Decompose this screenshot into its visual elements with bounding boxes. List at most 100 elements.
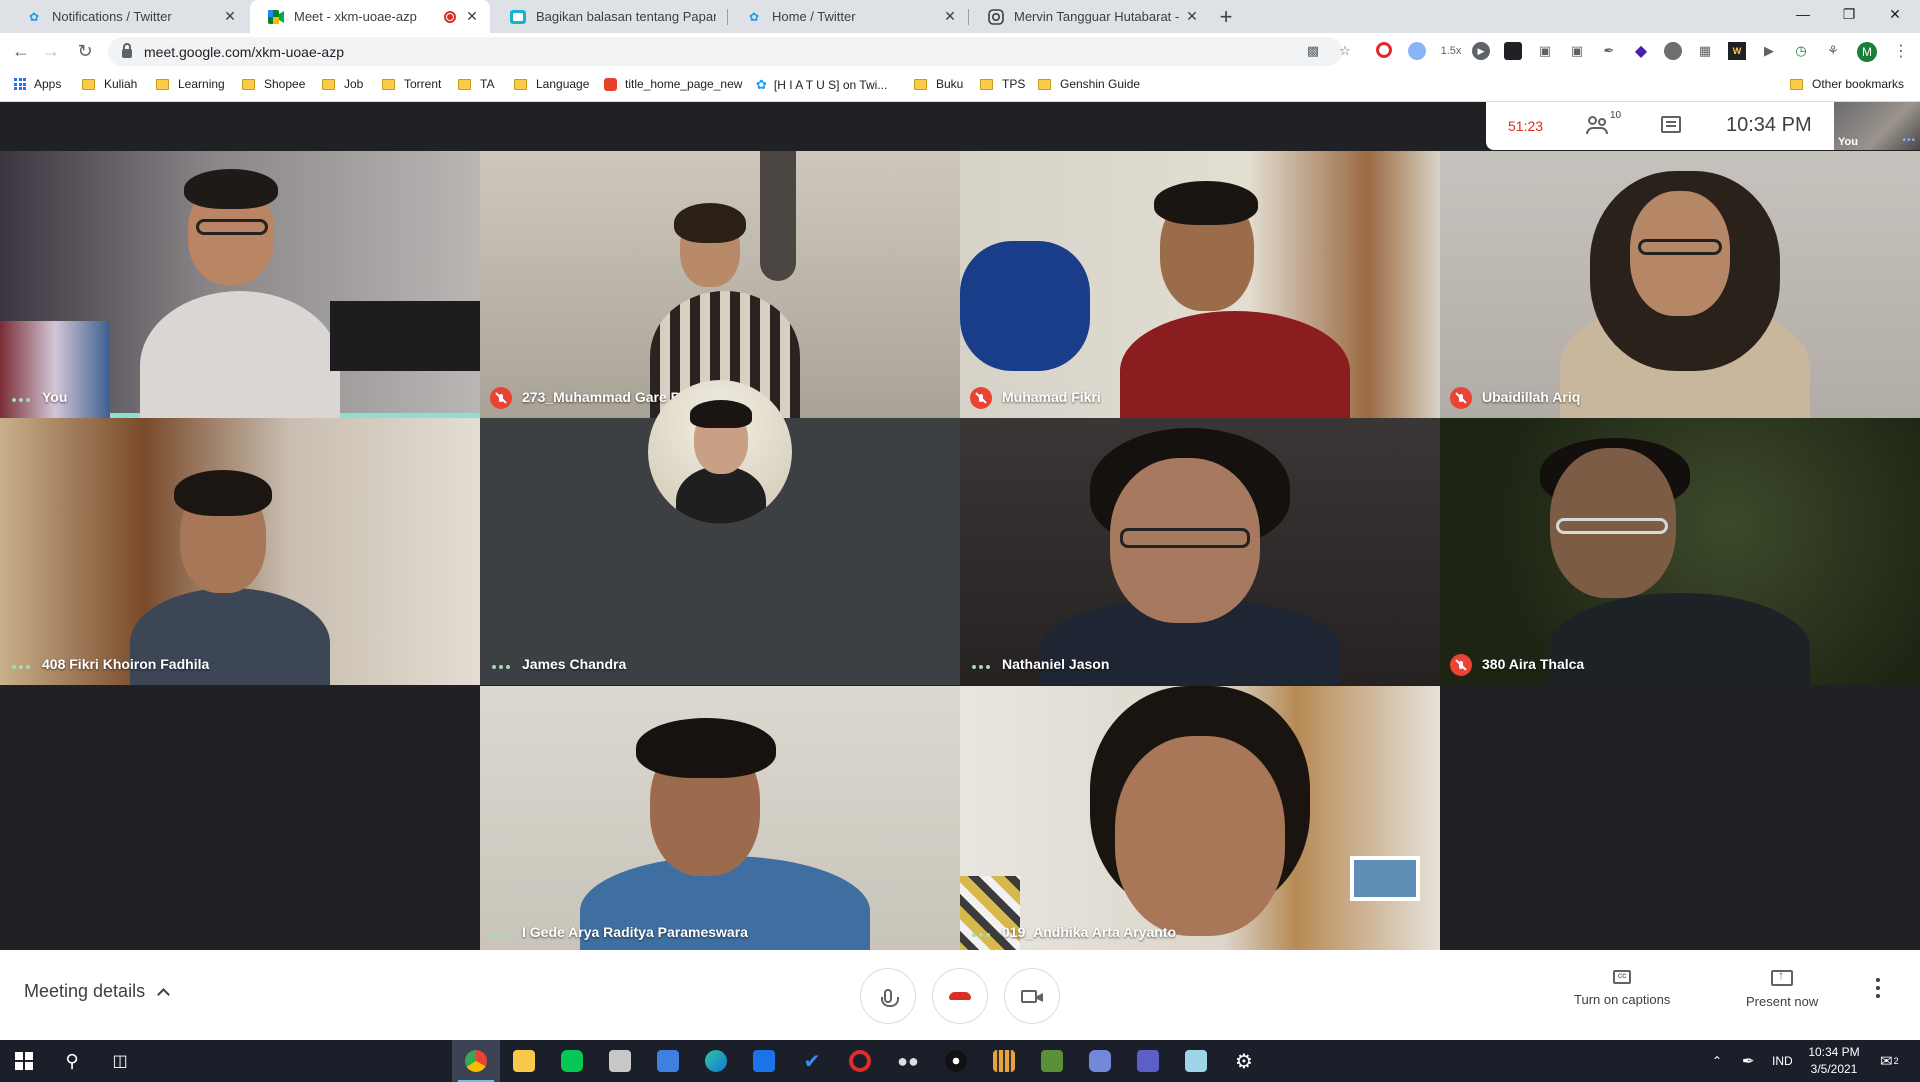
- bookmark-other-bookmarks[interactable]: Other bookmarks: [1790, 77, 1904, 91]
- screenshot-extension-icon[interactable]: ▣: [1536, 42, 1554, 60]
- leave-call-button[interactable]: [932, 968, 988, 1024]
- self-view-thumbnail[interactable]: You •••: [1834, 102, 1920, 150]
- turn-on-captions-button[interactable]: CC Turn on captions: [1574, 970, 1670, 1007]
- taskbar-settings[interactable]: ⚙: [1220, 1040, 1268, 1082]
- taskbar-clock[interactable]: 10:34 PM 3/5/2021: [1804, 1044, 1864, 1078]
- tray-chevron-up-icon[interactable]: ⌃: [1712, 1040, 1722, 1082]
- bookmark-folder-learning[interactable]: Learning: [156, 77, 225, 91]
- taskbar-davinci[interactable]: [932, 1040, 980, 1082]
- browser-menu-icon[interactable]: ⋮: [1892, 42, 1910, 60]
- back-arrow-icon[interactable]: ←: [10, 41, 32, 62]
- taskbar-teams[interactable]: [1124, 1040, 1172, 1082]
- extension-icon[interactable]: [1664, 42, 1682, 60]
- meeting-clock: 10:34 PM: [1726, 114, 1812, 136]
- notifications-icon[interactable]: ✉ 2: [1880, 1040, 1899, 1082]
- address-bar[interactable]: meet.google.com/xkm-uoae-azp: [108, 37, 1342, 66]
- browser-tab-instagram[interactable]: Mervin Tangguar Hutabarat - Inst ✕: [970, 0, 1210, 33]
- input-language[interactable]: IND: [1772, 1040, 1793, 1082]
- participant-tile-aira-thalca[interactable]: 380 Aira Thalca: [1440, 418, 1920, 685]
- start-button[interactable]: [0, 1040, 48, 1082]
- participant-tile-muhammad-gare-baldhie[interactable]: 273_Muhammad Gare Baldhie: [480, 151, 960, 418]
- new-tab-button[interactable]: +: [1213, 4, 1239, 30]
- play-extension-icon[interactable]: ▶: [1472, 42, 1490, 60]
- forward-arrow-icon[interactable]: →: [40, 41, 62, 62]
- closed-captions-icon: CC: [1613, 970, 1632, 984]
- diamond-extension-icon[interactable]: ◆: [1632, 42, 1650, 60]
- taskbar-mail[interactable]: [740, 1040, 788, 1082]
- minimize-window-button[interactable]: —: [1780, 0, 1826, 30]
- extensions-puzzle-icon[interactable]: ⚘: [1824, 42, 1842, 60]
- bookmark-folder-torrent[interactable]: Torrent: [382, 77, 441, 91]
- taskbar-app[interactable]: [1172, 1040, 1220, 1082]
- more-options-dots-icon[interactable]: •••: [1902, 135, 1916, 146]
- jamboard-icon: [510, 9, 526, 25]
- taskbar-todo[interactable]: ✔: [788, 1040, 836, 1082]
- present-now-button[interactable]: Present now: [1746, 968, 1818, 1009]
- bookmark-title-home-page-new[interactable]: title_home_page_new: [604, 77, 742, 91]
- grid-extension-icon[interactable]: ▦: [1696, 42, 1714, 60]
- bookmark-folder-buku[interactable]: Buku: [914, 77, 963, 91]
- participant-tile-muhamad-fikri[interactable]: Muhamad Fikri: [960, 151, 1440, 418]
- taskbar-chrome[interactable]: [452, 1040, 500, 1082]
- bookmark-folder-shopee[interactable]: Shopee: [242, 77, 305, 91]
- extension-icon[interactable]: [1408, 42, 1426, 60]
- participant-tile-ubaidillah-ariq[interactable]: Ubaidillah Ariq: [1440, 151, 1920, 418]
- extension-icon[interactable]: ▶: [1760, 42, 1778, 60]
- participant-tile-andhika-arta-aryanto[interactable]: 019_Andhika Arta Aryanto: [960, 686, 1440, 953]
- taskbar-discord[interactable]: [1076, 1040, 1124, 1082]
- camera-in-use-icon[interactable]: ▩: [1304, 42, 1322, 60]
- bookmark-folder-language[interactable]: Language: [514, 77, 589, 91]
- extension-icon[interactable]: [1504, 42, 1522, 60]
- close-tab-icon[interactable]: ✕: [1184, 8, 1200, 25]
- bookmark-hiatus-twitter[interactable]: ✿ [H I A T U S] on Twi...: [756, 77, 887, 93]
- timer-extension-icon[interactable]: ◷: [1792, 42, 1810, 60]
- bookmark-folder-kuliah[interactable]: Kuliah: [82, 77, 137, 91]
- imdb-extension-icon[interactable]: W: [1728, 42, 1746, 60]
- recording-indicator-icon: [444, 10, 456, 23]
- close-window-button[interactable]: ✕: [1872, 0, 1918, 30]
- taskbar-library[interactable]: [980, 1040, 1028, 1082]
- browser-tab-notifications-twitter[interactable]: ✿ Notifications / Twitter ✕: [8, 0, 248, 33]
- camera-extension-icon[interactable]: ▣: [1568, 42, 1586, 60]
- task-view-icon[interactable]: ◫: [96, 1040, 144, 1082]
- close-tab-icon[interactable]: ✕: [222, 8, 238, 25]
- taskbar-line[interactable]: [548, 1040, 596, 1082]
- bookmark-folder-tps[interactable]: TPS: [980, 77, 1025, 91]
- browser-tab-jamboard[interactable]: Bagikan balasan tentang Papan S: [492, 0, 726, 33]
- twitter-bird-icon: ✿: [28, 9, 40, 24]
- taskbar-store[interactable]: [596, 1040, 644, 1082]
- pen-tray-icon[interactable]: ✒: [1742, 1040, 1755, 1082]
- close-tab-icon[interactable]: ✕: [464, 8, 480, 25]
- bookmark-star-icon[interactable]: ☆: [1336, 42, 1354, 60]
- profile-avatar[interactable]: M: [1857, 42, 1877, 62]
- participant-tile-you[interactable]: You: [0, 151, 480, 418]
- meeting-details-button[interactable]: Meeting details: [24, 981, 170, 1002]
- opera-extension-icon[interactable]: [1376, 42, 1392, 58]
- participant-tile-fikri-khoiron-fadhila[interactable]: 408 Fikri Khoiron Fadhila: [0, 418, 480, 685]
- taskbar-opera[interactable]: [836, 1040, 884, 1082]
- close-tab-icon[interactable]: ✕: [942, 8, 958, 25]
- more-options-icon[interactable]: [1876, 978, 1880, 998]
- microphone-toggle-button[interactable]: [860, 968, 916, 1024]
- reload-icon[interactable]: ↻: [74, 41, 96, 62]
- bookmark-folder-job[interactable]: Job: [322, 77, 363, 91]
- taskbar-file-explorer[interactable]: [500, 1040, 548, 1082]
- video-speed-extension-icon[interactable]: 1.5x: [1438, 42, 1464, 60]
- camera-toggle-button[interactable]: [1004, 968, 1060, 1024]
- participant-tile-nathaniel-jason[interactable]: Nathaniel Jason: [960, 418, 1440, 685]
- bookmark-folder-ta[interactable]: TA: [458, 77, 494, 91]
- bookmark-folder-genshin-guide[interactable]: Genshin Guide: [1038, 77, 1140, 91]
- taskbar-app[interactable]: ●●: [884, 1040, 932, 1082]
- participant-name: 380 Aira Thalca: [1482, 656, 1585, 672]
- taskbar-notes[interactable]: [644, 1040, 692, 1082]
- chat-icon[interactable]: [1661, 116, 1681, 133]
- taskbar-minecraft[interactable]: [1028, 1040, 1076, 1082]
- pen-extension-icon[interactable]: ✒: [1600, 42, 1618, 60]
- search-icon[interactable]: ⚲: [48, 1040, 96, 1082]
- participant-tile-i-gede-arya-raditya-parameswara[interactable]: I Gede Arya Raditya Parameswara: [480, 686, 960, 953]
- restore-window-button[interactable]: ❐: [1826, 0, 1872, 30]
- browser-tab-meet[interactable]: Meet - xkm-uoae-azp ✕: [250, 0, 490, 33]
- browser-tab-home-twitter[interactable]: ✿ Home / Twitter ✕: [728, 0, 968, 33]
- bookmark-apps[interactable]: Apps: [14, 77, 61, 91]
- taskbar-edge[interactable]: [692, 1040, 740, 1082]
